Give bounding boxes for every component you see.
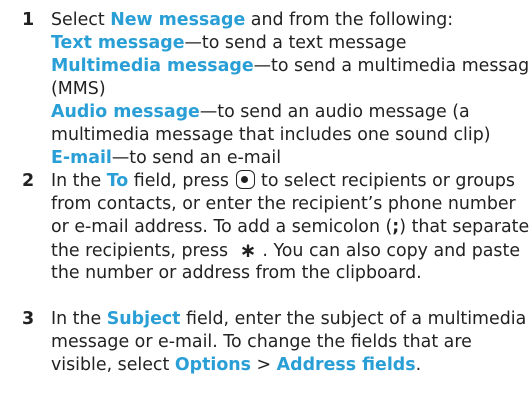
address-fields-label: Address fields bbox=[276, 355, 416, 375]
select-key-icon bbox=[235, 170, 255, 189]
separator: > bbox=[251, 355, 277, 375]
step-line: visible, select Options > Address fields… bbox=[51, 354, 421, 377]
subject-field-label: Subject bbox=[106, 309, 181, 329]
text: In the bbox=[51, 171, 107, 191]
text: the number or address from the clipboard… bbox=[51, 263, 422, 283]
text: . You can also copy and paste bbox=[262, 241, 521, 261]
text: message or e-mail. To change the fields … bbox=[51, 332, 472, 352]
audio-message-option: Audio message bbox=[51, 102, 200, 122]
step-line: message or e-mail. To change the fields … bbox=[51, 331, 472, 354]
text: to select recipients or groups bbox=[255, 171, 515, 191]
text: (MMS) bbox=[51, 79, 106, 99]
text: . bbox=[415, 355, 422, 375]
step-line: Text message—to send a text message bbox=[51, 32, 406, 55]
multimedia-message-option: Multimedia message bbox=[51, 56, 254, 76]
star-key-icon: ∗ bbox=[239, 238, 257, 262]
text: Select bbox=[51, 10, 111, 30]
text: the recipients, press bbox=[51, 241, 234, 261]
text: and from the following: bbox=[245, 10, 454, 30]
step-number: 1 bbox=[22, 10, 35, 30]
text: ) that separates bbox=[399, 217, 530, 237]
step-line: from contacts, or enter the recipient’s … bbox=[51, 193, 516, 216]
options-menu-label: Options bbox=[174, 355, 252, 375]
step-line: Select New message and from the followin… bbox=[51, 9, 453, 32]
step-line: E-mail—to send an e-mail bbox=[51, 147, 281, 170]
text: or e-mail address. To add a semicolon ( bbox=[51, 217, 393, 237]
step-number: 2 bbox=[22, 171, 35, 191]
step-line: Audio message—to send an audio message (… bbox=[51, 101, 470, 124]
step-line: the number or address from the clipboard… bbox=[51, 262, 422, 285]
text: field, enter the subject of a multimedia bbox=[180, 309, 527, 329]
instructions-page: 1 Select New message and from the follow… bbox=[0, 0, 530, 403]
step-line: multimedia message that includes one sou… bbox=[51, 124, 491, 147]
text: multimedia message that includes one sou… bbox=[51, 125, 491, 145]
email-option: E-mail bbox=[51, 148, 112, 168]
step-line: or e-mail address. To add a semicolon (;… bbox=[51, 216, 530, 239]
step-line: In the Subject field, enter the subject … bbox=[51, 308, 526, 331]
text: —to send a text message bbox=[184, 33, 407, 53]
text: from contacts, or enter the recipient’s … bbox=[51, 194, 516, 214]
text: —to send an e-mail bbox=[111, 148, 282, 168]
to-field-label: To bbox=[106, 171, 129, 191]
text: visible, select bbox=[51, 355, 175, 375]
text-message-option: Text message bbox=[51, 33, 185, 53]
step-line: (MMS) bbox=[51, 78, 106, 101]
step-number: 3 bbox=[22, 309, 35, 329]
step-line: Multimedia message—to send a multimedia … bbox=[51, 55, 530, 78]
step-line: the recipients, press ∗. You can also co… bbox=[51, 239, 520, 263]
step-line: In the To field, press to select recipie… bbox=[51, 170, 515, 193]
text: —to send a multimedia message bbox=[253, 56, 530, 76]
text: field, press bbox=[128, 171, 235, 191]
new-message-option: New message bbox=[110, 10, 246, 30]
text: —to send an audio message (a bbox=[199, 102, 470, 122]
text: In the bbox=[51, 309, 107, 329]
